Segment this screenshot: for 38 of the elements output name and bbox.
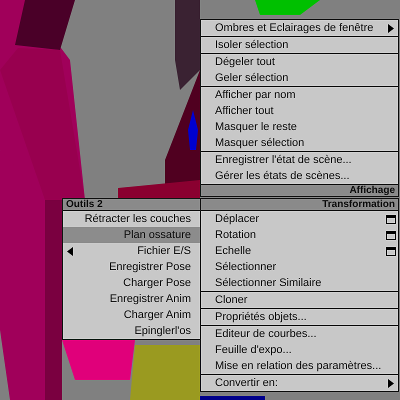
menu-item[interactable]: Afficher par nom (201, 87, 398, 103)
menu-item[interactable]: Charger Pose (63, 275, 200, 291)
options-window-icon[interactable] (386, 247, 396, 256)
quad-menu-title: Affichage (201, 184, 398, 196)
submenu-arrow-icon (67, 247, 73, 256)
menu-item[interactable]: Sélectionner Similaire (201, 275, 398, 291)
menu-item[interactable]: Mise en relation des paramètres... (201, 358, 398, 374)
menu-item[interactable]: Convertir en: (201, 375, 398, 391)
menu-item[interactable]: Geler sélection (201, 70, 398, 86)
menu-item[interactable]: Masquer le reste (201, 119, 398, 135)
quad-menu-title: Outils 2 (63, 199, 200, 211)
menu-item[interactable]: Déplacer (201, 211, 398, 227)
menu-item[interactable]: Enregistrer Pose (63, 259, 200, 275)
menu-item[interactable]: Ombres et Eclairages de fenêtre (201, 20, 398, 36)
menu-item[interactable]: Rotation (201, 227, 398, 243)
menu-item[interactable]: Masquer sélection (201, 135, 398, 151)
menu-item[interactable]: Enregistrer l'état de scène... (201, 152, 398, 168)
menu-item[interactable]: Plan ossature (63, 227, 200, 243)
menu-item[interactable]: Fichier E/S (63, 243, 200, 259)
menu-item[interactable]: Propriétés objets... (201, 309, 398, 325)
options-window-icon[interactable] (386, 215, 396, 224)
menu-item[interactable]: Dégeler tout (201, 54, 398, 70)
quad-menu-title: Transformation (201, 199, 398, 211)
menu-item[interactable]: Epinglerl'os (63, 323, 200, 339)
menu-item[interactable]: Gérer les états de scènes... (201, 168, 398, 184)
menu-item[interactable]: Afficher tout (201, 103, 398, 119)
menu-item[interactable]: Cloner (201, 292, 398, 308)
menu-item[interactable]: Isoler sélection (201, 37, 398, 53)
menu-item[interactable]: Feuille d'expo... (201, 342, 398, 358)
menu-item[interactable]: Enregistrer Anim (63, 291, 200, 307)
menu-item[interactable]: Editeur de courbes... (201, 326, 398, 342)
options-window-icon[interactable] (386, 231, 396, 240)
menu-item[interactable]: Charger Anim (63, 307, 200, 323)
submenu-arrow-icon (388, 24, 394, 33)
menu-item[interactable]: Sélectionner (201, 259, 398, 275)
submenu-arrow-icon (388, 379, 394, 388)
menu-item[interactable]: Rétracter les couches (63, 211, 200, 227)
menu-item[interactable]: Echelle (201, 243, 398, 259)
